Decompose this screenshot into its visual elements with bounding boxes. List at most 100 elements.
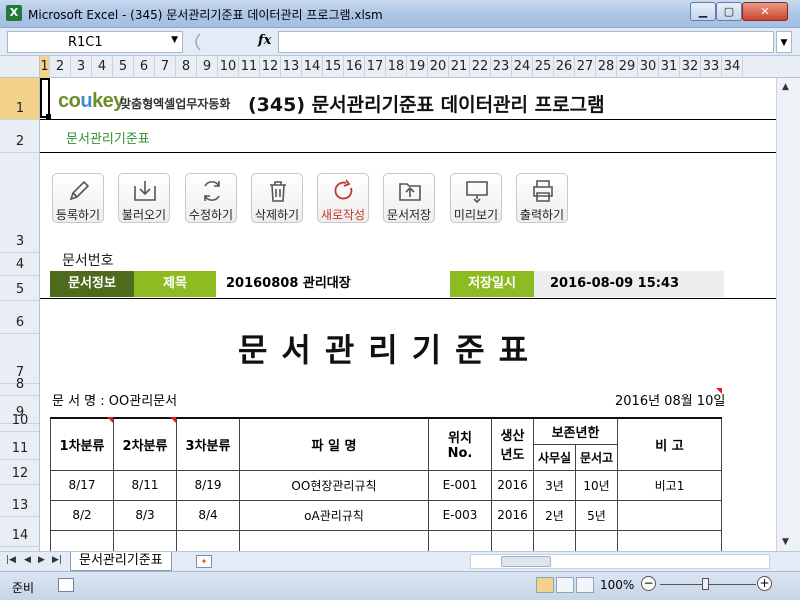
worksheet[interactable]: coukey 맞춤형엑셀업무자동화 (345) 문서관리기준표 데이터관리 프로… [40,78,776,551]
vertical-scrollbar[interactable]: ▲ ▼ [776,78,800,551]
column-header-cell[interactable]: 9 [197,56,218,78]
cell-cat1[interactable] [50,529,114,551]
column-header-cell[interactable]: 8 [176,56,197,78]
cell-location[interactable]: E-003 [428,499,492,531]
column-header-cell[interactable]: 7 [155,56,176,78]
cell-remarks[interactable] [617,499,722,531]
column-header-cell[interactable]: 11 [239,56,260,78]
column-header-cell[interactable]: 28 [596,56,617,78]
column-header-cell[interactable]: 17 [365,56,386,78]
cell-archive[interactable] [575,529,618,551]
row-header-cell[interactable]: 3 [0,153,39,253]
page-break-view-icon[interactable] [576,577,594,593]
scroll-up-icon[interactable]: ▲ [782,82,789,92]
selected-cell[interactable] [40,78,50,118]
sheet-tab[interactable]: 문서관리기준표 [70,552,172,571]
macro-record-icon[interactable] [58,578,74,592]
select-all-corner[interactable] [0,56,40,78]
row-header-cell[interactable]: 6 [0,301,39,334]
cell-year[interactable] [491,529,534,551]
column-header-cell[interactable]: 34 [722,56,743,78]
first-sheet-icon[interactable]: |◀ [6,555,16,565]
row-header-cell[interactable]: 12 [0,460,39,485]
row-header-cell[interactable]: 4 [0,253,39,276]
column-header-cell[interactable]: 30 [638,56,659,78]
column-header-cell[interactable]: 18 [386,56,407,78]
column-header-cell[interactable]: 32 [680,56,701,78]
excel-icon[interactable]: X [6,5,22,21]
row-header-cell[interactable]: 1 [0,78,39,120]
row-header-cell[interactable]: 14 [0,517,39,547]
minimize-button[interactable]: ▁ [690,2,716,21]
cell-office[interactable]: 3년 [533,469,576,501]
last-sheet-icon[interactable]: ▶| [52,555,62,565]
column-header-cell[interactable]: 31 [659,56,680,78]
scroll-down-icon[interactable]: ▼ [782,537,789,547]
cell-cat3[interactable]: 8/4 [176,499,240,531]
column-header-cell[interactable]: 26 [554,56,575,78]
cell-cat2[interactable]: 8/3 [113,499,177,531]
column-header-cell[interactable]: 29 [617,56,638,78]
comment-marker-icon[interactable] [716,388,722,394]
cell-year[interactable]: 2016 [491,469,534,501]
column-header-cell[interactable]: 13 [281,56,302,78]
cell-cat3[interactable] [176,529,240,551]
cell-office[interactable]: 2년 [533,499,576,531]
normal-view-icon[interactable] [536,577,554,593]
cell-cat2[interactable]: 8/11 [113,469,177,501]
document-name[interactable]: 문 서 명 : OO관리문서 [52,390,177,409]
comment-marker-icon[interactable] [170,417,176,423]
zoom-level[interactable]: 100% [600,578,634,592]
formula-input[interactable] [278,31,774,53]
cell-cat1[interactable]: 8/2 [50,499,114,531]
column-header-cell[interactable]: 22 [470,56,491,78]
cell-remarks[interactable]: 비고1 [617,469,722,501]
row-header-cell[interactable]: 5 [0,276,39,301]
column-header-cell[interactable]: 33 [701,56,722,78]
next-sheet-icon[interactable]: ▶ [38,555,45,565]
save-document-button-label[interactable]: 문서저장 [377,206,441,223]
comment-marker-icon[interactable] [107,417,113,423]
cell-office[interactable] [533,529,576,551]
column-header-cell[interactable]: 2 [50,56,71,78]
column-header-cell[interactable]: 1 [40,56,50,78]
column-header-cell[interactable]: 16 [344,56,365,78]
insert-sheet-icon[interactable]: ✦ [196,555,212,568]
zoom-out-button[interactable]: − [641,576,656,591]
column-header-cell[interactable]: 19 [407,56,428,78]
column-header-cell[interactable]: 23 [491,56,512,78]
scroll-thumb[interactable] [501,556,551,567]
horizontal-scrollbar[interactable] [470,554,770,569]
column-header-cell[interactable]: 14 [302,56,323,78]
cell-archive[interactable]: 5년 [575,499,618,531]
page-layout-view-icon[interactable] [556,577,574,593]
column-header-cell[interactable]: 5 [113,56,134,78]
print-button-label[interactable]: 출력하기 [510,206,574,223]
close-button[interactable]: ✕ [742,2,788,21]
column-header-cell[interactable]: 6 [134,56,155,78]
column-header-cell[interactable]: 24 [512,56,533,78]
register-button-label[interactable]: 등록하기 [46,206,110,223]
cell-filename[interactable]: OO현장관리규칙 [239,469,429,501]
row-header-cell[interactable]: 2 [0,120,39,153]
column-header-cell[interactable]: 12 [260,56,281,78]
zoom-in-button[interactable]: + [757,576,772,591]
saved-at-value[interactable]: 2016-08-09 15:43 [534,271,724,297]
row-header-cell[interactable]: 10 [0,413,39,432]
column-header-cell[interactable]: 25 [533,56,554,78]
column-header-cell[interactable]: 27 [575,56,596,78]
cell-cat2[interactable] [113,529,177,551]
column-header-cell[interactable]: 21 [449,56,470,78]
doc-title-field[interactable]: 20160808 관리대장 [226,271,446,297]
cell-archive[interactable]: 10년 [575,469,618,501]
maximize-button[interactable]: ▢ [716,2,742,21]
column-header-cell[interactable]: 4 [92,56,113,78]
column-header-cell[interactable]: 15 [323,56,344,78]
cell-location[interactable]: E-001 [428,469,492,501]
name-box[interactable]: R1C1 ▼ [7,31,183,53]
column-header-cell[interactable]: 20 [428,56,449,78]
zoom-slider-thumb[interactable] [702,578,709,590]
insert-function-icon[interactable]: fx [258,33,271,48]
edit-button-label[interactable]: 수정하기 [179,206,243,223]
row-header-cell[interactable]: 8 [0,377,39,396]
